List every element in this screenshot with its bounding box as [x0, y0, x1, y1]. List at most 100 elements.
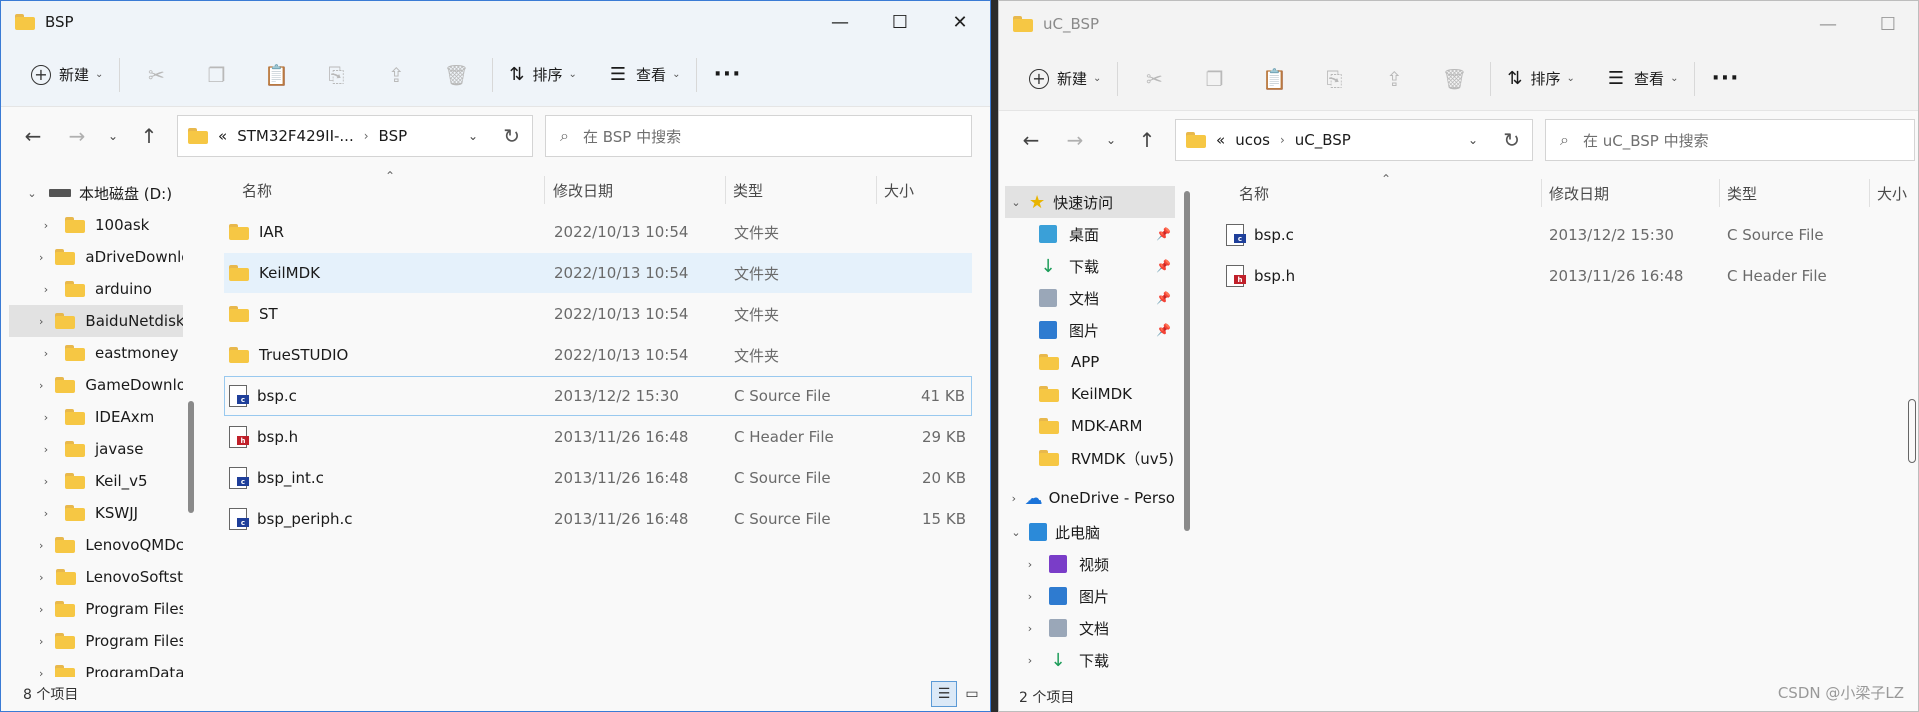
recent-locations-chevron-icon[interactable]: ⌄: [1097, 133, 1125, 147]
content-scrollbar[interactable]: [1908, 399, 1916, 463]
chevron-down-icon[interactable]: ⌄: [25, 187, 39, 200]
chevron-down-icon[interactable]: ⌄: [468, 129, 478, 143]
chevron-right-icon[interactable]: ›: [39, 411, 53, 424]
more-options-button[interactable]: ···: [703, 55, 751, 95]
column-header-date[interactable]: 修改日期: [1549, 174, 1609, 212]
column-header-name[interactable]: 名称: [1239, 174, 1269, 212]
tree-item[interactable]: › Program Files: [9, 625, 183, 657]
tree-item[interactable]: › aDriveDownlo: [9, 241, 183, 273]
share-button[interactable]: ⇪: [366, 55, 426, 95]
delete-button[interactable]: 🗑: [1424, 59, 1484, 99]
pin-icon[interactable]: 📌: [1156, 227, 1171, 241]
chevron-right-icon[interactable]: ›: [39, 251, 43, 264]
tree-item[interactable]: › IDEAxm: [9, 401, 183, 433]
chevron-right-icon[interactable]: ›: [1280, 133, 1285, 147]
file-row[interactable]: KeilMDK 2022/10/13 10:54 文件夹: [224, 253, 972, 293]
file-row[interactable]: h bsp.h 2013/11/26 16:48 C Header File: [1222, 256, 1912, 296]
tree-scrollbar[interactable]: [1184, 191, 1190, 531]
tree-item[interactable]: › Program Files: [9, 593, 183, 625]
copy-button[interactable]: ❐: [186, 55, 246, 95]
column-header-size[interactable]: 大小: [884, 171, 914, 209]
pin-icon[interactable]: 📌: [1156, 259, 1171, 273]
minimize-button[interactable]: —: [810, 1, 870, 43]
file-row[interactable]: ST 2022/10/13 10:54 文件夹: [224, 294, 972, 334]
search-box[interactable]: ⌕ 在 uC_BSP 中搜索: [1545, 119, 1915, 161]
chevron-right-icon[interactable]: ›: [39, 603, 43, 616]
tree-item[interactable]: ⌄ 本地磁盘 (D:): [9, 177, 183, 209]
refresh-icon[interactable]: ↻: [503, 124, 520, 148]
column-divider[interactable]: [1541, 179, 1542, 207]
column-divider[interactable]: [876, 176, 877, 204]
tree-item[interactable]: 图片 📌: [1005, 314, 1175, 346]
maximize-button[interactable]: ☐: [870, 1, 930, 43]
address-bar[interactable]: « STM32F429II-... › BSP ⌄ ↻: [177, 115, 533, 157]
tree-item[interactable]: › 视频: [1005, 548, 1175, 580]
chevron-right-icon[interactable]: ›: [39, 347, 53, 360]
tree-item[interactable]: › ProgramData: [9, 657, 183, 677]
tree-item[interactable]: › eastmoney: [9, 337, 183, 369]
tree-item[interactable]: KeilMDK: [1005, 378, 1175, 410]
file-row[interactable]: IAR 2022/10/13 10:54 文件夹: [224, 212, 972, 252]
column-header-name[interactable]: 名称: [242, 171, 272, 209]
pin-icon[interactable]: 📌: [1156, 291, 1171, 305]
address-bar[interactable]: « ucos › uC_BSP ⌄ ↻: [1175, 119, 1533, 161]
view-button[interactable]: ☰ 查看 ⌄: [1598, 59, 1689, 99]
maximize-button[interactable]: ☐: [1858, 1, 1918, 47]
refresh-icon[interactable]: ↻: [1503, 128, 1520, 152]
tree-item[interactable]: › 图片: [1005, 580, 1175, 612]
column-divider[interactable]: [544, 176, 545, 204]
chevron-right-icon[interactable]: ›: [1023, 558, 1037, 571]
cut-button[interactable]: ✂: [1124, 59, 1184, 99]
chevron-right-icon[interactable]: ›: [39, 315, 43, 328]
column-header-type[interactable]: 类型: [1727, 174, 1757, 212]
column-divider[interactable]: [1719, 179, 1720, 207]
tree-item[interactable]: › arduino: [9, 273, 183, 305]
tiles-view-button[interactable]: ▭: [959, 681, 985, 707]
chevron-right-icon[interactable]: ›: [1023, 654, 1037, 667]
tree-scrollbar[interactable]: [188, 401, 194, 513]
tree-item[interactable]: APP: [1005, 346, 1175, 378]
tree-item[interactable]: › Keil_v5: [9, 465, 183, 497]
chevron-down-icon[interactable]: ⌄: [1468, 133, 1478, 147]
chevron-right-icon[interactable]: ›: [1009, 492, 1019, 505]
column-header-type[interactable]: 类型: [733, 171, 763, 209]
chevron-right-icon[interactable]: ›: [39, 219, 53, 232]
tree-item[interactable]: › KSWJJ: [9, 497, 183, 529]
file-row[interactable]: h bsp.h 2013/11/26 16:48 C Header File 29…: [224, 417, 972, 457]
tree-item[interactable]: › GameDownlo: [9, 369, 183, 401]
chevron-down-icon[interactable]: ⌄: [1009, 526, 1023, 539]
search-box[interactable]: ⌕ 在 BSP 中搜索: [545, 115, 972, 157]
breadcrumb-item[interactable]: BSP: [379, 127, 408, 145]
chevron-right-icon[interactable]: ›: [39, 475, 53, 488]
forward-arrow-icon[interactable]: →: [1053, 128, 1097, 152]
file-row[interactable]: c bsp.c 2013/12/2 15:30 C Source File: [1222, 215, 1912, 255]
tree-item-onedrive[interactable]: › ☁ OneDrive - Perso: [1005, 482, 1175, 514]
up-arrow-icon[interactable]: ↑: [1125, 128, 1169, 152]
column-divider[interactable]: [725, 176, 726, 204]
cut-button[interactable]: ✂: [126, 55, 186, 95]
back-arrow-icon[interactable]: ←: [11, 124, 55, 148]
paste-button[interactable]: 📋: [246, 55, 306, 95]
close-button[interactable]: ✕: [930, 1, 990, 43]
tree-item[interactable]: 文档 📌: [1005, 282, 1175, 314]
tree-item[interactable]: ↓ 下载 📌: [1005, 250, 1175, 282]
chevron-right-icon[interactable]: ›: [39, 283, 53, 296]
tree-item[interactable]: › LenovoSoftst: [9, 561, 183, 593]
breadcrumb-item[interactable]: ucos: [1235, 131, 1270, 149]
column-header-size[interactable]: 大小: [1877, 174, 1907, 212]
back-arrow-icon[interactable]: ←: [1009, 128, 1053, 152]
tree-item[interactable]: › 100ask: [9, 209, 183, 241]
recent-locations-chevron-icon[interactable]: ⌄: [99, 129, 127, 143]
breadcrumb-overflow[interactable]: «: [218, 127, 227, 145]
chevron-right-icon[interactable]: ›: [1023, 590, 1037, 603]
title-bar[interactable]: BSP — ☐ ✕: [1, 1, 990, 43]
tree-item[interactable]: › 文档: [1005, 612, 1175, 644]
tree-item[interactable]: 桌面 📌: [1005, 218, 1175, 250]
breadcrumb-item[interactable]: STM32F429II-...: [237, 127, 354, 145]
sort-button[interactable]: ⇅ 排序 ⌄: [1497, 59, 1585, 99]
file-row[interactable]: c bsp_int.c 2013/11/26 16:48 C Source Fil…: [224, 458, 972, 498]
view-button[interactable]: ☰ 查看 ⌄: [600, 55, 691, 95]
chevron-right-icon[interactable]: ›: [39, 667, 43, 678]
chevron-right-icon[interactable]: ›: [39, 635, 43, 648]
chevron-right-icon[interactable]: ›: [39, 379, 43, 392]
